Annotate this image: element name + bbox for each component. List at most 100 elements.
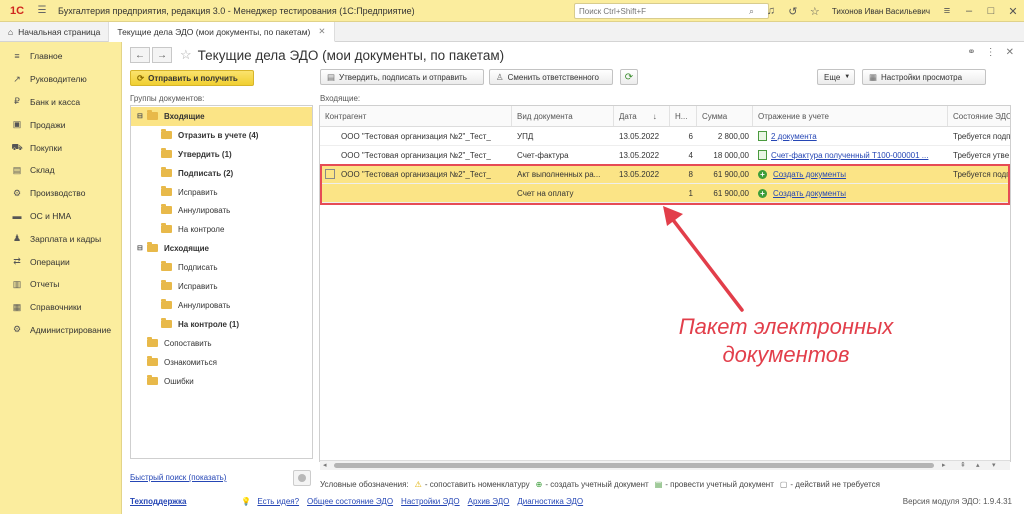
quick-search-link[interactable]: Быстрый поиск (показать) [130,473,226,482]
factory-icon: ⚙ [12,187,22,198]
folder-icon [161,280,172,291]
maximize-icon[interactable]: □ [980,5,1002,17]
settings-table-icon: ▦ [869,71,878,82]
sidebar-item-bank[interactable]: ₽ Банк и касса [0,91,121,114]
collapse-icon[interactable]: ⊟ [137,112,147,120]
forward-button[interactable]: → [152,47,172,63]
sidebar-item-main[interactable]: ≡ Главное [0,45,121,68]
bell-icon[interactable]: ♫ [760,5,782,17]
sidebar-item-production[interactable]: ⚙ Производство [0,182,121,205]
diagnostics-link[interactable]: Диагностика ЭДО [517,497,583,506]
group-out-on-control[interactable]: На контроле (1) [131,315,312,334]
group-fix[interactable]: Исправить [131,183,312,202]
folder-icon [161,167,172,178]
group-out-sign[interactable]: Подписать [131,258,312,277]
scroll-left-icon[interactable]: ◂ [323,461,327,469]
sidebar-item-purchases[interactable]: ⛟ Покупки [0,136,121,159]
arrow-left-icon: ← [135,49,145,61]
group-outgoing[interactable]: ⊟ Исходящие [131,239,312,258]
archive-link[interactable]: Архив ЭДО [468,497,510,506]
folder-icon [161,318,172,329]
col-header-number[interactable]: Н... [670,106,697,126]
sidebar-item-assets[interactable]: ▬ ОС и НМА [0,205,121,228]
scroll-up-icon[interactable]: ▴ [976,461,980,469]
status-link[interactable]: Общее состояние ЭДО [307,497,393,506]
cart-icon: ⛟ [11,141,23,152]
col-header-state[interactable]: Состояние ЭДО [948,106,1010,126]
reflection-link[interactable]: 2 документа [771,132,817,141]
close-icon[interactable]: ✕ [1002,5,1024,18]
folder-icon [161,261,172,272]
support-link[interactable]: Техподдержка [130,497,186,506]
minimize-icon[interactable]: – [958,5,980,17]
group-match[interactable]: Сопоставить [131,334,312,353]
search-icon[interactable]: ⌕ [749,6,754,17]
scrollbar-thumb[interactable] [334,463,934,468]
quick-search-toggle[interactable] [293,470,311,486]
settings-icon[interactable]: ≡ [936,5,958,17]
sidebar-item-reports[interactable]: ▥ Отчеты [0,273,121,296]
approve-sign-send-button[interactable]: ▤ Утвердить, подписать и отправить [320,69,484,85]
create-icon: ⊕ [535,479,543,489]
scroll-right-icon[interactable]: ▸ [942,461,946,469]
sidebar-item-operations[interactable]: ⇄ Операции [0,250,121,273]
change-responsible-button[interactable]: ♙ Сменить ответственного [489,69,613,85]
global-search[interactable]: ⌕ [574,3,769,19]
warning-icon: ⚠ [414,479,422,489]
reflection-link[interactable]: Счет-фактура полученный Т100-000001 ... [771,151,928,160]
sidebar-item-warehouse[interactable]: ▤ Склад [0,159,121,182]
back-button[interactable]: ← [130,47,150,63]
folder-icon [147,110,158,121]
more-vertical-icon[interactable]: ⋮ [986,47,996,58]
group-sign[interactable]: Подписать (2) [131,164,312,183]
search-input[interactable] [579,6,749,16]
col-header-counterparty[interactable]: Контрагент [320,106,512,126]
history-icon[interactable]: ↺ [782,5,804,18]
star-icon[interactable]: ☆ [804,5,826,18]
sidebar-item-sales[interactable]: ▣ Продажи [0,113,121,136]
operations-icon: ⇄ [13,256,21,267]
group-out-fix[interactable]: Исправить [131,277,312,296]
col-header-date[interactable]: Дата ↓ [614,106,670,126]
document-groups-tree: ⊟ Входящие Отразить в учете (4) Утвердить… [130,105,313,459]
user-name[interactable]: Тихонов Иван Васильевич [832,7,930,16]
collapse-icon[interactable]: ⊟ [137,244,147,252]
sidebar-item-manager[interactable]: ↗ Руководителю [0,68,121,91]
idea-link[interactable]: Есть идея? [257,497,299,506]
scroll-first-icon[interactable]: ⇞ [960,461,966,469]
sidebar-item-catalogs[interactable]: ▦ Справочники [0,296,121,319]
group-reflect-accounting[interactable]: Отразить в учете (4) [131,126,312,145]
favorite-star-icon[interactable]: ☆ [180,47,192,63]
scroll-down-icon[interactable]: ▾ [992,461,996,469]
close-icon[interactable]: ✕ [1006,47,1014,58]
more-button[interactable]: Еще ▼ [817,69,855,85]
col-header-doc-type[interactable]: Вид документа [512,106,614,126]
settings-link[interactable]: Настройки ЭДО [401,497,460,506]
grid-caption: Входящие: [320,94,361,103]
folder-icon [147,337,158,348]
tab-close-icon[interactable]: ✕ [318,26,325,37]
post-document-icon [758,150,767,161]
view-settings-button[interactable]: ▦ Настройки просмотра [862,69,986,85]
col-header-reflection[interactable]: Отражение в учете [753,106,948,126]
tab-home[interactable]: ⌂ Начальная страница [0,22,110,42]
legend: Условные обозначения: ⚠ - сопоставить ном… [320,479,880,489]
group-approve[interactable]: Утвердить (1) [131,145,312,164]
horizontal-scrollbar[interactable]: ◂ ▸ ⇞ ▴ ▾ [320,460,1010,470]
folder-icon [161,204,172,215]
group-out-cancel[interactable]: Аннулировать [131,296,312,315]
group-cancel[interactable]: Аннулировать [131,201,312,220]
tab-edo-tasks[interactable]: Текущие дела ЭДО (мои документы, по паке… [109,22,335,42]
col-header-sum[interactable]: Сумма [697,106,753,126]
group-errors[interactable]: Ошибки [131,372,312,391]
sidebar-item-admin[interactable]: ⚙ Администрирование [0,319,121,342]
group-incoming[interactable]: ⊟ Входящие [131,107,312,126]
sidebar-item-salary[interactable]: ♟ Зарплата и кадры [0,227,121,250]
link-icon[interactable]: ⚭ [967,47,975,58]
folder-icon [161,299,172,310]
send-receive-button[interactable]: ⟳ Отправить и получить [130,70,254,86]
menu-icon[interactable]: ☰ [34,3,50,19]
refresh-button[interactable]: ⟳ [620,69,638,85]
group-on-control[interactable]: На контроле [131,220,312,239]
group-review[interactable]: Ознакомиться [131,353,312,372]
